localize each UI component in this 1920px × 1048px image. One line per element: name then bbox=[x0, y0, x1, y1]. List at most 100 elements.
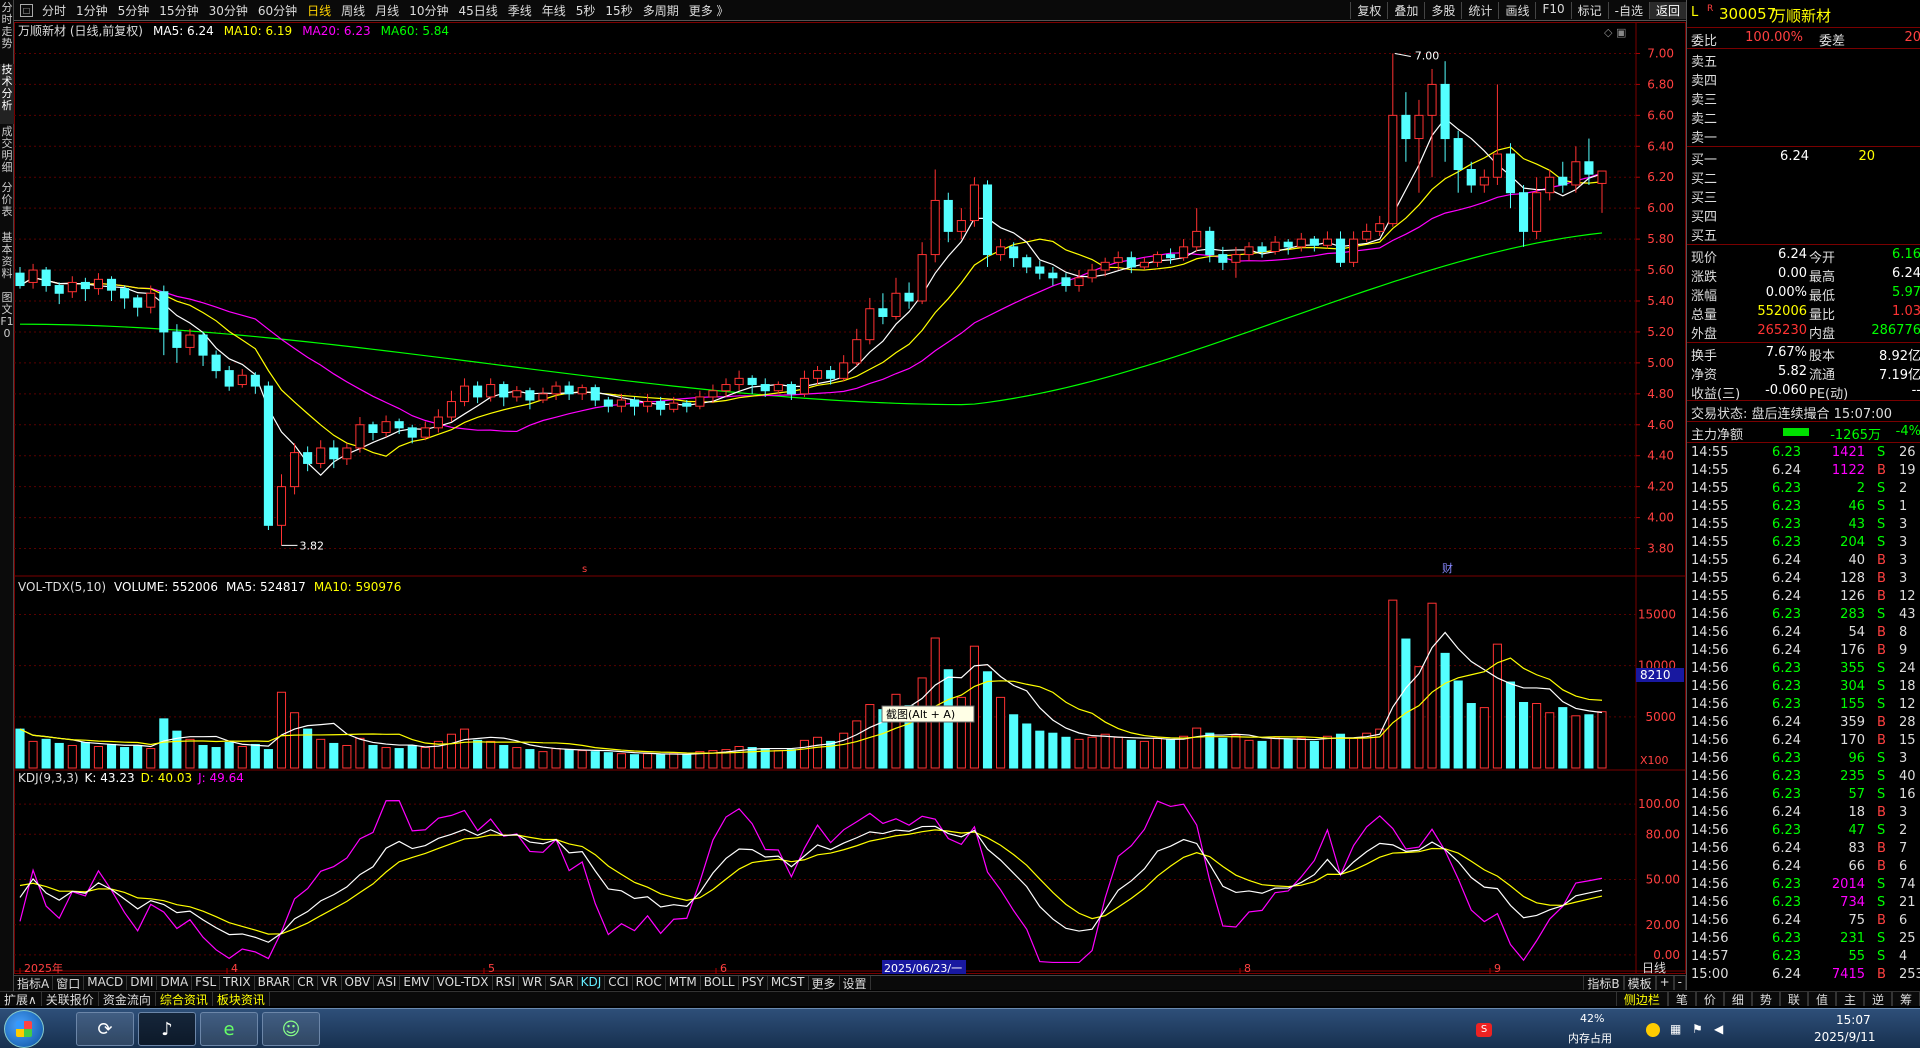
wechat-app-icon[interactable]: ☺ bbox=[262, 1012, 320, 1046]
network-icon[interactable]: ▦ bbox=[1670, 1022, 1681, 1036]
toolbar-button-7[interactable]: -自选 bbox=[1607, 1, 1649, 19]
clock-time[interactable]: 15:07 bbox=[1836, 1013, 1871, 1027]
tick-count: 15 bbox=[1899, 733, 1916, 748]
bottom-tab-0[interactable]: 扩展∧ bbox=[0, 992, 42, 1006]
tick-side: B bbox=[1877, 841, 1886, 856]
indicator-tab-5[interactable]: FSL bbox=[192, 976, 221, 990]
indicator-tab-20[interactable]: MTM bbox=[666, 976, 701, 990]
period-tab-12[interactable]: 年线 bbox=[537, 2, 571, 19]
indicator-tab-7[interactable]: BRAR bbox=[255, 976, 295, 990]
indicator-tab-17[interactable]: KDJ bbox=[578, 976, 606, 990]
pane-expand-icon[interactable]: ◇ ▣ bbox=[1604, 26, 1626, 39]
indicator-tab-24[interactable]: 更多 bbox=[809, 976, 840, 990]
window-menu-icon[interactable]: □ bbox=[20, 3, 33, 17]
period-tab-4[interactable]: 30分钟 bbox=[204, 2, 253, 19]
indicator-tab-6[interactable]: TRIX bbox=[220, 976, 255, 990]
period-tab-3[interactable]: 15分钟 bbox=[154, 2, 203, 19]
bottom-right-tab-3[interactable]: 细 bbox=[1723, 992, 1752, 1006]
bottom-right-tab-1[interactable]: 笔 bbox=[1667, 992, 1696, 1006]
tick-volume: 231 bbox=[1840, 931, 1865, 946]
indicator-right-2[interactable]: + bbox=[1655, 976, 1674, 990]
period-tab-15[interactable]: 多周期 bbox=[638, 2, 684, 19]
side-tab-4[interactable]: 基本资料 bbox=[0, 232, 14, 287]
indicator-tab-16[interactable]: SAR bbox=[546, 976, 578, 990]
indicator-tab-2[interactable]: MACD bbox=[84, 976, 128, 990]
period-tab-11[interactable]: 季线 bbox=[503, 2, 537, 19]
indicator-right-0[interactable]: 指标B bbox=[1583, 976, 1624, 990]
volume-icon[interactable]: ◀ bbox=[1714, 1022, 1723, 1036]
flag-icon[interactable]: ⚑ bbox=[1692, 1022, 1703, 1036]
period-tab-9[interactable]: 10分钟 bbox=[404, 2, 453, 19]
tick-time: 14:56 bbox=[1691, 643, 1729, 658]
indicator-tab-21[interactable]: BOLL bbox=[701, 976, 739, 990]
start-button[interactable] bbox=[4, 1010, 44, 1048]
bottom-right-tab-0[interactable]: 侧边栏 bbox=[1615, 992, 1668, 1006]
toolbar-button-3[interactable]: 统计 bbox=[1461, 1, 1498, 19]
bottom-tab-3[interactable]: 综合资讯 bbox=[156, 992, 213, 1006]
period-tab-5[interactable]: 60分钟 bbox=[253, 2, 302, 19]
indicator-tab-11[interactable]: ASI bbox=[374, 976, 401, 990]
bottom-tab-1[interactable]: 关联报价 bbox=[42, 992, 99, 1006]
toolbar-button-0[interactable]: 复权 bbox=[1350, 1, 1387, 19]
bottom-right-tab-2[interactable]: 价 bbox=[1695, 992, 1724, 1006]
period-tab-7[interactable]: 周线 bbox=[336, 2, 370, 19]
indicator-tab-23[interactable]: MCST bbox=[768, 976, 809, 990]
toolbar-button-6[interactable]: 标记 bbox=[1570, 1, 1608, 19]
indicator-tab-1[interactable]: 窗口 bbox=[53, 976, 85, 990]
indicator-tab-0[interactable]: 指标A bbox=[14, 976, 54, 990]
event-marker-finance[interactable]: 财 bbox=[1442, 561, 1453, 575]
indicator-tab-4[interactable]: DMA bbox=[157, 976, 193, 990]
toolbar-button-2[interactable]: 多股 bbox=[1424, 1, 1461, 19]
side-tab-3[interactable]: 分价表 bbox=[0, 182, 14, 227]
indicator-tab-9[interactable]: VR bbox=[318, 976, 342, 990]
indicator-tab-12[interactable]: EMV bbox=[400, 976, 434, 990]
indicator-tab-3[interactable]: DMI bbox=[127, 976, 158, 990]
tiktok-app-icon[interactable]: ♪ bbox=[138, 1012, 196, 1046]
toolbar-button-4[interactable]: 画线 bbox=[1498, 1, 1535, 19]
indicator-tab-8[interactable]: CR bbox=[294, 976, 318, 990]
period-tab-10[interactable]: 45日线 bbox=[453, 2, 502, 19]
indicator-tab-15[interactable]: WR bbox=[519, 976, 547, 990]
indicator-tab-18[interactable]: CCI bbox=[605, 976, 633, 990]
toolbar-button-5[interactable]: F10 bbox=[1535, 1, 1570, 19]
bottom-right-tab-5[interactable]: 联 bbox=[1779, 992, 1808, 1006]
indicator-right-1[interactable]: 模板 bbox=[1623, 976, 1656, 990]
ie-app-icon[interactable]: e bbox=[200, 1012, 258, 1046]
side-tab-0[interactable]: 分时走势 bbox=[0, 2, 14, 62]
period-tab-8[interactable]: 月线 bbox=[370, 2, 404, 19]
bottom-right-tab-7[interactable]: 主 bbox=[1835, 992, 1864, 1006]
bottom-right-tab-4[interactable]: 势 bbox=[1751, 992, 1780, 1006]
bottom-right-tab-6[interactable]: 值 bbox=[1807, 992, 1836, 1006]
period-tab-16[interactable]: 更多 》 bbox=[684, 2, 734, 19]
indicator-tab-10[interactable]: OBV bbox=[342, 976, 375, 990]
indicator-tab-13[interactable]: VOL-TDX bbox=[434, 976, 493, 990]
sogou-input-icon[interactable]: S bbox=[1476, 1023, 1492, 1037]
period-tab-6[interactable]: 日线 bbox=[302, 2, 336, 19]
period-tab-14[interactable]: 15秒 bbox=[600, 2, 637, 19]
clock-date[interactable]: 2025/9/11 bbox=[1814, 1030, 1876, 1044]
toolbar-button-8[interactable]: 返回 bbox=[1648, 1, 1686, 19]
candle-body bbox=[577, 387, 587, 395]
indicator-tab-22[interactable]: PSY bbox=[739, 976, 768, 990]
indicator-tab-19[interactable]: ROC bbox=[633, 976, 666, 990]
chart-area[interactable]: 7.00 6.80 6.60 6.40 6.20 6.00 5.80 5.60 5.40 5.20… bbox=[14, 22, 1686, 974]
bottom-tab-4[interactable]: 板块资讯 bbox=[213, 992, 270, 1006]
indicator-tab-14[interactable]: RSI bbox=[493, 976, 520, 990]
bottom-tab-2[interactable]: 资金流向 bbox=[99, 992, 156, 1006]
browser-app-icon[interactable]: ⟳ bbox=[76, 1012, 134, 1046]
candle-body bbox=[1009, 246, 1019, 259]
period-tab-1[interactable]: 1分钟 bbox=[71, 2, 113, 19]
bottom-right-tab-9[interactable]: 筹 bbox=[1891, 992, 1920, 1006]
side-tab-2[interactable]: 成交明细 bbox=[0, 126, 14, 176]
event-marker-s[interactable]: s bbox=[582, 564, 587, 575]
bottom-right-tab-8[interactable]: 逆 bbox=[1863, 992, 1892, 1006]
side-tab-5[interactable]: 图文F10 bbox=[0, 292, 14, 348]
period-tab-0[interactable]: 分时 bbox=[37, 2, 71, 19]
indicator-tab-25[interactable]: 设置 bbox=[840, 976, 871, 990]
toolbar-button-1[interactable]: 叠加 bbox=[1387, 1, 1424, 19]
period-tab-13[interactable]: 5秒 bbox=[571, 2, 601, 19]
period-tab-2[interactable]: 5分钟 bbox=[113, 2, 155, 19]
side-tab-1[interactable]: 技术分析 bbox=[0, 64, 14, 124]
indicator-right-3[interactable]: - bbox=[1673, 976, 1686, 990]
tray-app-icon[interactable] bbox=[1646, 1023, 1660, 1037]
